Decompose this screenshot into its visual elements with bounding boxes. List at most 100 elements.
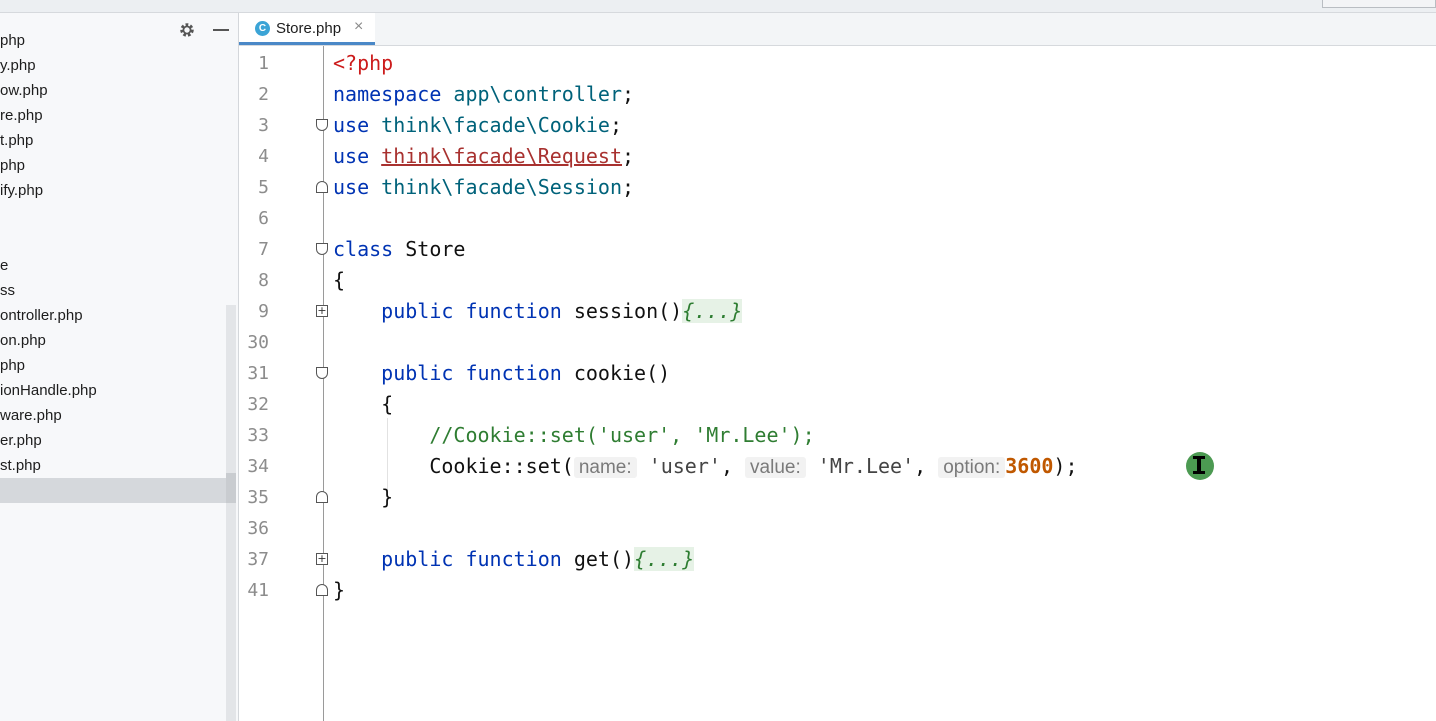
code-line-5[interactable]: use think\facade\Session; bbox=[333, 172, 634, 203]
code-line-8[interactable]: { bbox=[333, 265, 345, 296]
project-panel: php y.php ow.php re.php t.php php ify.php e ss on… bbox=[0, 13, 239, 721]
line-number: 2 bbox=[258, 84, 269, 105]
keyword: public bbox=[381, 547, 454, 571]
comma: , bbox=[914, 454, 939, 478]
fold-marker-expand[interactable]: + bbox=[316, 305, 328, 317]
project-tree-item[interactable]: ss bbox=[0, 278, 226, 303]
line-number: 3 bbox=[258, 115, 269, 136]
project-tree-item[interactable]: y.php bbox=[0, 53, 226, 78]
namespace-path: app\controller bbox=[453, 82, 622, 106]
line-number: 32 bbox=[247, 394, 269, 415]
close-icon[interactable]: × bbox=[354, 18, 363, 36]
keyword: public bbox=[381, 299, 454, 323]
code-line-37[interactable]: public function get(){...} bbox=[333, 544, 695, 575]
tab-store-php[interactable]: C Store.php × bbox=[239, 13, 375, 45]
import-path: think\facade\Cookie bbox=[381, 113, 610, 137]
project-tree-item[interactable]: php bbox=[0, 153, 226, 178]
brace: { bbox=[381, 392, 394, 416]
code-line-7[interactable]: class Store bbox=[333, 234, 465, 265]
keyword: class bbox=[333, 237, 394, 261]
string-argument: 'user' bbox=[648, 454, 721, 478]
fold-marker-end[interactable] bbox=[316, 181, 328, 193]
line-number-gutter: 1 2 3 4 5 6 7 8 9 30 31 32 33 34 35 36 37 41 bbox=[239, 46, 323, 721]
project-panel-scrollbar-thumb[interactable] bbox=[226, 473, 236, 503]
fold-marker-collapse[interactable] bbox=[316, 119, 328, 131]
keyword: namespace bbox=[333, 82, 442, 106]
line-number: 8 bbox=[258, 270, 269, 291]
code-line-34[interactable]: Cookie::set(name: 'user', value: 'Mr.Lee… bbox=[333, 451, 1078, 482]
number-argument: 3600 bbox=[1005, 454, 1054, 478]
line-number: 31 bbox=[247, 363, 269, 384]
project-tree-item[interactable]: ware.php bbox=[0, 403, 226, 428]
line-number: 9 bbox=[258, 301, 269, 322]
php-open-tag: <?php bbox=[333, 51, 394, 75]
code-line-3[interactable]: use think\facade\Cookie; bbox=[333, 110, 622, 141]
toolbar-button[interactable] bbox=[1322, 0, 1436, 8]
line-number: 1 bbox=[258, 53, 269, 74]
project-tree-item[interactable] bbox=[0, 228, 226, 253]
fold-marker-expand[interactable]: + bbox=[316, 553, 328, 565]
class-name: Store bbox=[405, 237, 466, 261]
code-line-33[interactable]: //Cookie::set('user', 'Mr.Lee'); bbox=[333, 420, 815, 451]
method-name: session() bbox=[573, 299, 683, 323]
editor-tab-bar: C Store.php × bbox=[239, 13, 1436, 46]
project-tree-item[interactable]: e bbox=[0, 253, 226, 278]
close-paren: ); bbox=[1053, 454, 1078, 478]
keyword: use bbox=[333, 144, 370, 168]
code-line-31[interactable]: public function cookie() bbox=[333, 358, 670, 389]
fold-marker-end[interactable] bbox=[316, 491, 328, 503]
project-panel-scrollbar[interactable] bbox=[226, 305, 236, 721]
fold-marker-end[interactable] bbox=[316, 584, 328, 596]
keyword: function bbox=[465, 547, 562, 571]
keyword: function bbox=[465, 361, 562, 385]
code-line-32[interactable]: { bbox=[333, 389, 393, 420]
line-number: 5 bbox=[258, 177, 269, 198]
brace: } bbox=[381, 485, 394, 509]
fold-gutter-line bbox=[323, 46, 324, 721]
project-tree-item[interactable] bbox=[0, 478, 226, 503]
line-number: 34 bbox=[247, 456, 269, 477]
parameter-hint: option: bbox=[938, 457, 1006, 478]
project-tree-item[interactable]: ontroller.php bbox=[0, 303, 226, 328]
keyword: public bbox=[381, 361, 454, 385]
brace: } bbox=[333, 578, 346, 602]
project-tree-item[interactable]: ify.php bbox=[0, 178, 226, 203]
method-name: cookie() bbox=[573, 361, 671, 385]
project-tree-item[interactable]: ow.php bbox=[0, 78, 226, 103]
project-tree-item[interactable]: st.php bbox=[0, 453, 226, 478]
semicolon: ; bbox=[622, 175, 635, 199]
line-number: 7 bbox=[258, 239, 269, 260]
php-class-icon: C bbox=[255, 21, 270, 36]
keyword: function bbox=[465, 299, 562, 323]
code-line-9[interactable]: public function session(){...} bbox=[333, 296, 743, 327]
semicolon: ; bbox=[609, 113, 622, 137]
line-number: 6 bbox=[258, 208, 269, 229]
fold-marker-collapse[interactable] bbox=[316, 367, 328, 379]
line-number: 35 bbox=[247, 487, 269, 508]
mouse-cursor-icon bbox=[1186, 452, 1214, 480]
folded-region[interactable]: {...} bbox=[634, 547, 695, 571]
fold-marker-collapse[interactable] bbox=[316, 243, 328, 255]
line-comment: //Cookie::set('user', 'Mr.Lee'); bbox=[429, 423, 815, 447]
project-tree-item[interactable]: re.php bbox=[0, 103, 226, 128]
keyword: use bbox=[333, 113, 370, 137]
project-tree-item[interactable]: on.php bbox=[0, 328, 226, 353]
code-line-1[interactable]: <?php bbox=[333, 48, 393, 79]
project-tree-item[interactable] bbox=[0, 203, 226, 228]
comma: , bbox=[720, 454, 746, 478]
code-editor[interactable]: 1 2 3 4 5 6 7 8 9 30 31 32 33 34 35 36 37 41 + + <?php na… bbox=[239, 46, 1436, 721]
parameter-hint: value: bbox=[745, 457, 806, 478]
project-tree-item[interactable]: er.php bbox=[0, 428, 226, 453]
code-line-41[interactable]: } bbox=[333, 575, 345, 606]
code-line-4[interactable]: use think\facade\Request; bbox=[333, 141, 634, 172]
code-line-35[interactable]: } bbox=[333, 482, 393, 513]
project-tree-item[interactable]: php bbox=[0, 353, 226, 378]
project-tree-item[interactable]: ionHandle.php bbox=[0, 378, 226, 403]
keyword: use bbox=[333, 175, 370, 199]
project-tree-item[interactable]: php bbox=[0, 28, 226, 53]
line-number: 41 bbox=[247, 580, 269, 601]
code-line-2[interactable]: namespace app\controller; bbox=[333, 79, 634, 110]
folded-region[interactable]: {...} bbox=[682, 299, 743, 323]
line-number: 37 bbox=[247, 549, 269, 570]
project-tree-item[interactable]: t.php bbox=[0, 128, 226, 153]
